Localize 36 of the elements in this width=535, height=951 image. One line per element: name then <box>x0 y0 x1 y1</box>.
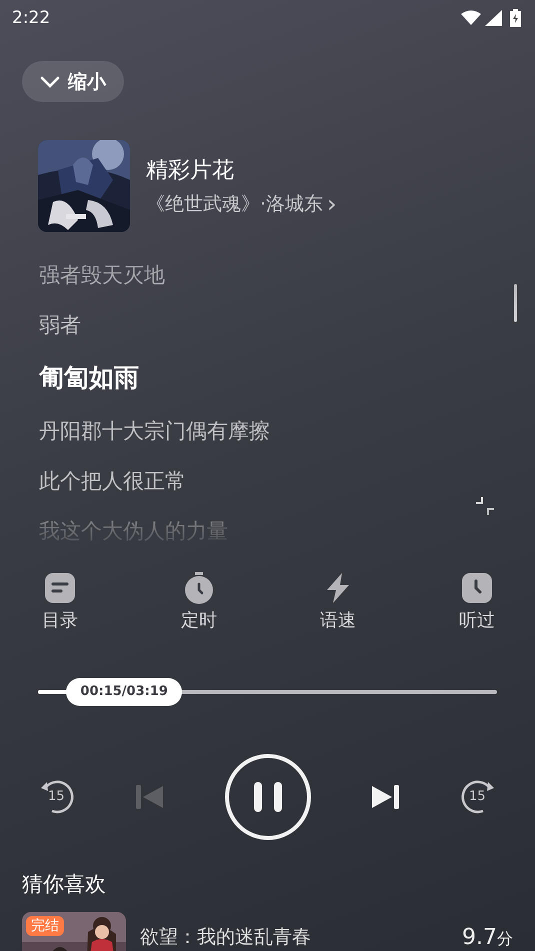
pause-button[interactable] <box>224 754 310 840</box>
action-button[interactable]: 定时 <box>161 572 237 632</box>
skip-forward-icon <box>370 784 399 810</box>
pause-icon <box>254 782 282 812</box>
stopwatch-icon <box>183 572 215 604</box>
forward-button[interactable]: 15 <box>459 778 497 816</box>
book-link[interactable]: 《绝世武魂》·洛城东 › <box>146 191 337 217</box>
collapse-icon[interactable] <box>475 496 495 516</box>
section-title: 猜你喜欢 <box>22 871 107 898</box>
circular-arrow-icon <box>459 778 497 816</box>
lyric-line: 此个把人很正常 <box>39 468 186 495</box>
signal-icon <box>485 10 502 26</box>
action-button[interactable]: 听过 <box>439 572 515 632</box>
chevron-down-icon <box>40 76 60 88</box>
status-badge: 完结 <box>26 916 64 936</box>
clock-icon <box>461 572 493 604</box>
rating-score: 9.7分 <box>462 924 513 950</box>
skip-back-icon <box>136 784 164 810</box>
lyric-line: 丹阳郡十大宗门偶有摩擦 <box>39 418 270 445</box>
battery-icon <box>510 9 521 27</box>
lyric-line: 强者毁天灭地 <box>39 262 165 289</box>
lyric-line: 匍匐如雨 <box>39 362 139 394</box>
rewind-button[interactable]: 15 <box>38 778 76 816</box>
lyric-line: 弱者 <box>39 312 81 339</box>
book-title[interactable]: 欲望：我的迷乱青春 <box>140 924 448 950</box>
action-button[interactable]: 目录 <box>22 572 98 632</box>
list-icon <box>44 572 76 604</box>
track-title: 精彩片花 <box>146 157 235 185</box>
collapse-button[interactable]: 缩小 <box>22 61 124 102</box>
progress-thumb[interactable]: 00:15/03:19 <box>66 678 182 706</box>
action-button[interactable]: 语速 <box>300 572 376 632</box>
lyric-line: 我这个大伪人的力量 <box>39 518 228 545</box>
status-time: 2:22 <box>12 8 52 28</box>
next-button[interactable] <box>370 784 399 810</box>
wifi-icon <box>461 10 481 26</box>
scrollbar <box>514 284 517 322</box>
